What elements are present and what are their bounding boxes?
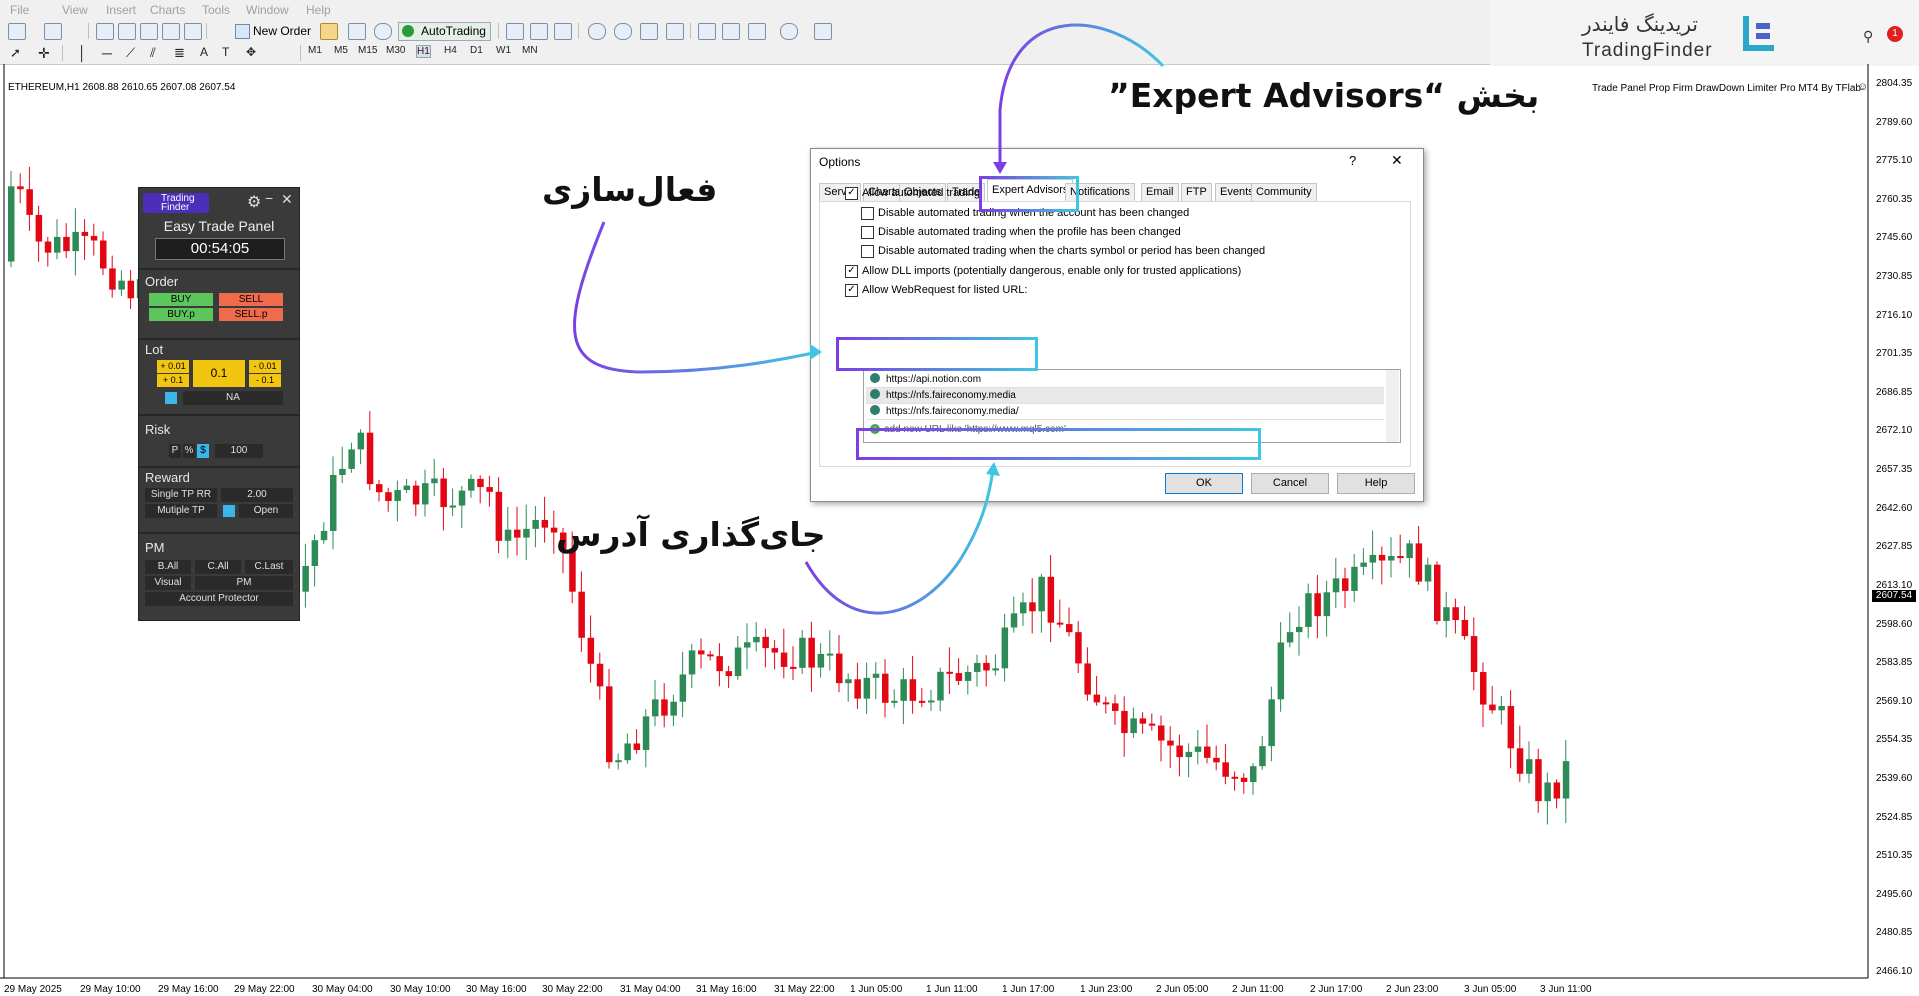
annotation-address-placement: جای‌گذاری آدرس <box>556 515 826 554</box>
annotation-arrows <box>573 23 1165 615</box>
annotation-expert-advisors: بخش “Expert Advisors” <box>1108 76 1540 115</box>
annotation-activation: فعال‌سازی <box>542 170 718 209</box>
arrow-to-add-url <box>804 469 995 615</box>
arrow-to-webrequest <box>573 221 819 374</box>
